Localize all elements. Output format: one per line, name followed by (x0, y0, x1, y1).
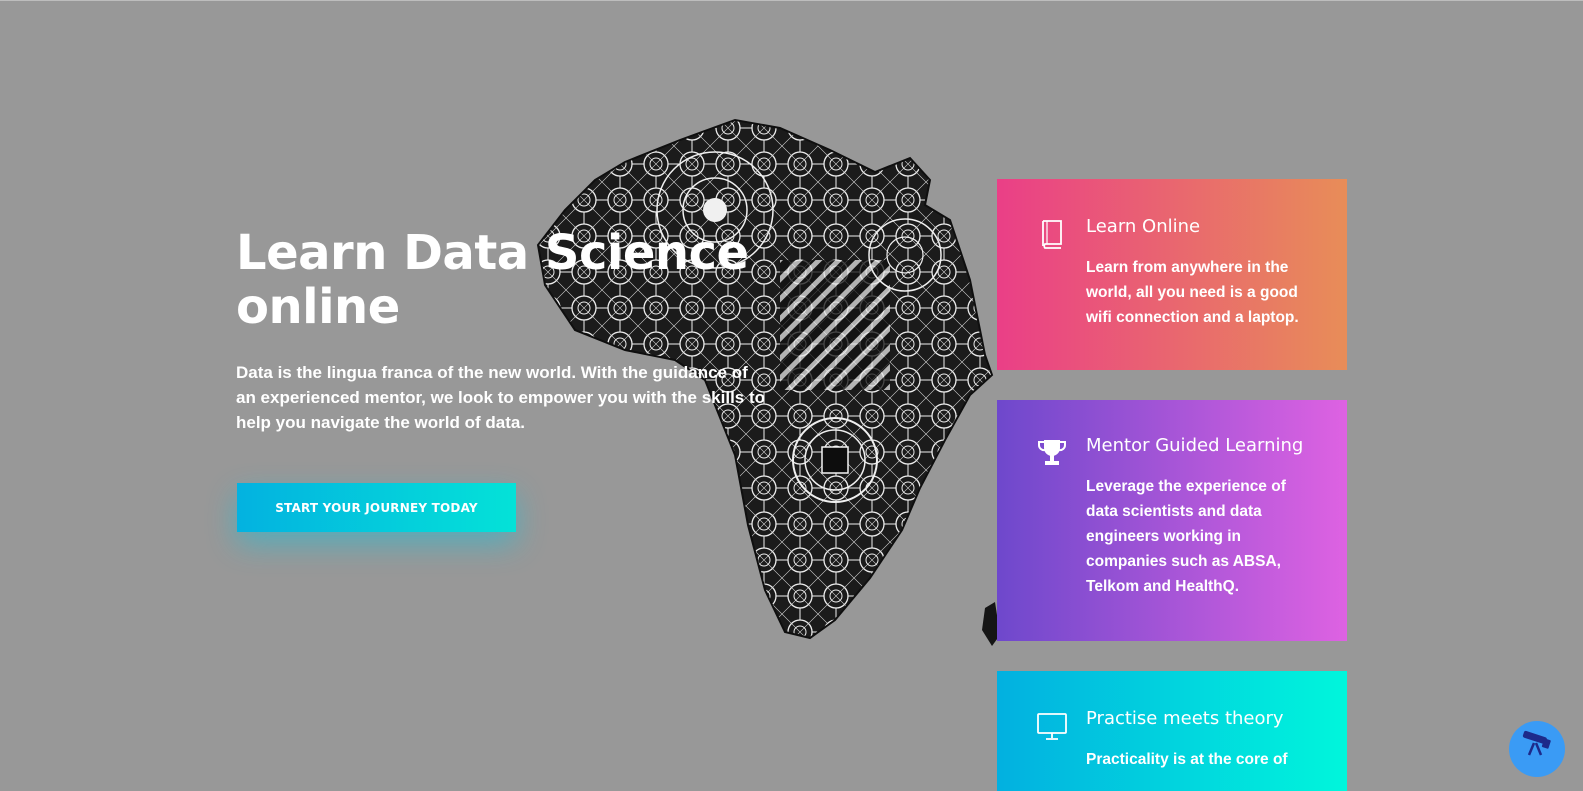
telescope-icon (1509, 730, 1565, 780)
hero-description: Data is the lingua franca of the new wor… (236, 363, 766, 432)
feature-card-practise-theory: Practise meets theory Practicality is at… (997, 671, 1347, 791)
start-journey-button[interactable]: START YOUR JOURNEY TODAY (237, 483, 516, 532)
feature-card-learn-online: Learn Online Learn from anywhere in the … (997, 179, 1347, 370)
feature-card-mentor-guided: Mentor Guided Learning Leverage the expe… (997, 400, 1347, 641)
feature-text: Learn from anywhere in the world, all yo… (1086, 259, 1299, 326)
chat-widget-button[interactable] (1509, 721, 1565, 777)
feature-text: Practicality is at the core of (1086, 751, 1288, 768)
feature-title: Mentor Guided Learning (1086, 435, 1304, 456)
monitor-icon (1035, 709, 1069, 743)
feature-title: Practise meets theory (1086, 708, 1284, 729)
trophy-icon (1035, 436, 1069, 470)
top-divider (0, 0, 1583, 1)
feature-title: Learn Online (1086, 216, 1201, 237)
book-icon (1035, 217, 1069, 251)
hero-title: Learn Data Science online (236, 225, 749, 335)
feature-text: Leverage the experience of data scientis… (1086, 478, 1286, 595)
